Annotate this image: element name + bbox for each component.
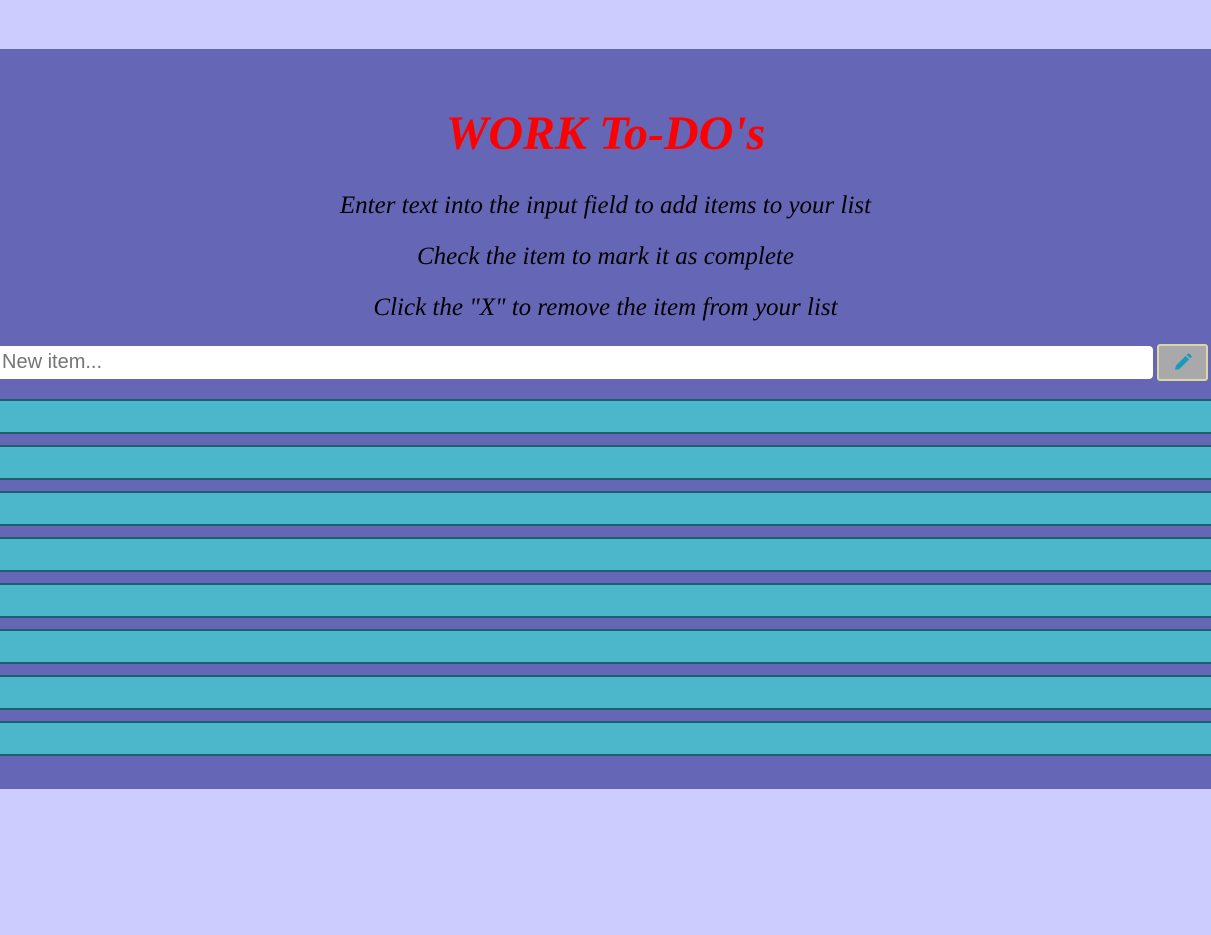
todo-item[interactable] — [0, 629, 1211, 664]
add-item-button[interactable] — [1157, 344, 1208, 381]
todo-list — [0, 399, 1211, 767]
instruction-remove: Click the "X" to remove the item from yo… — [373, 294, 838, 321]
todo-item[interactable] — [0, 721, 1211, 756]
pencil-icon — [1175, 353, 1192, 370]
instruction-add: Enter text into the input field to add i… — [339, 192, 872, 219]
page-title: WORK To-DO's — [445, 107, 766, 160]
todo-item[interactable] — [0, 537, 1211, 572]
todo-item[interactable] — [0, 675, 1211, 710]
new-item-input[interactable] — [0, 346, 1153, 379]
todo-item[interactable] — [0, 399, 1211, 434]
todo-item[interactable] — [0, 445, 1211, 480]
instruction-complete: Check the item to mark it as complete — [417, 243, 794, 270]
todo-item[interactable] — [0, 491, 1211, 526]
todo-item[interactable] — [0, 583, 1211, 618]
